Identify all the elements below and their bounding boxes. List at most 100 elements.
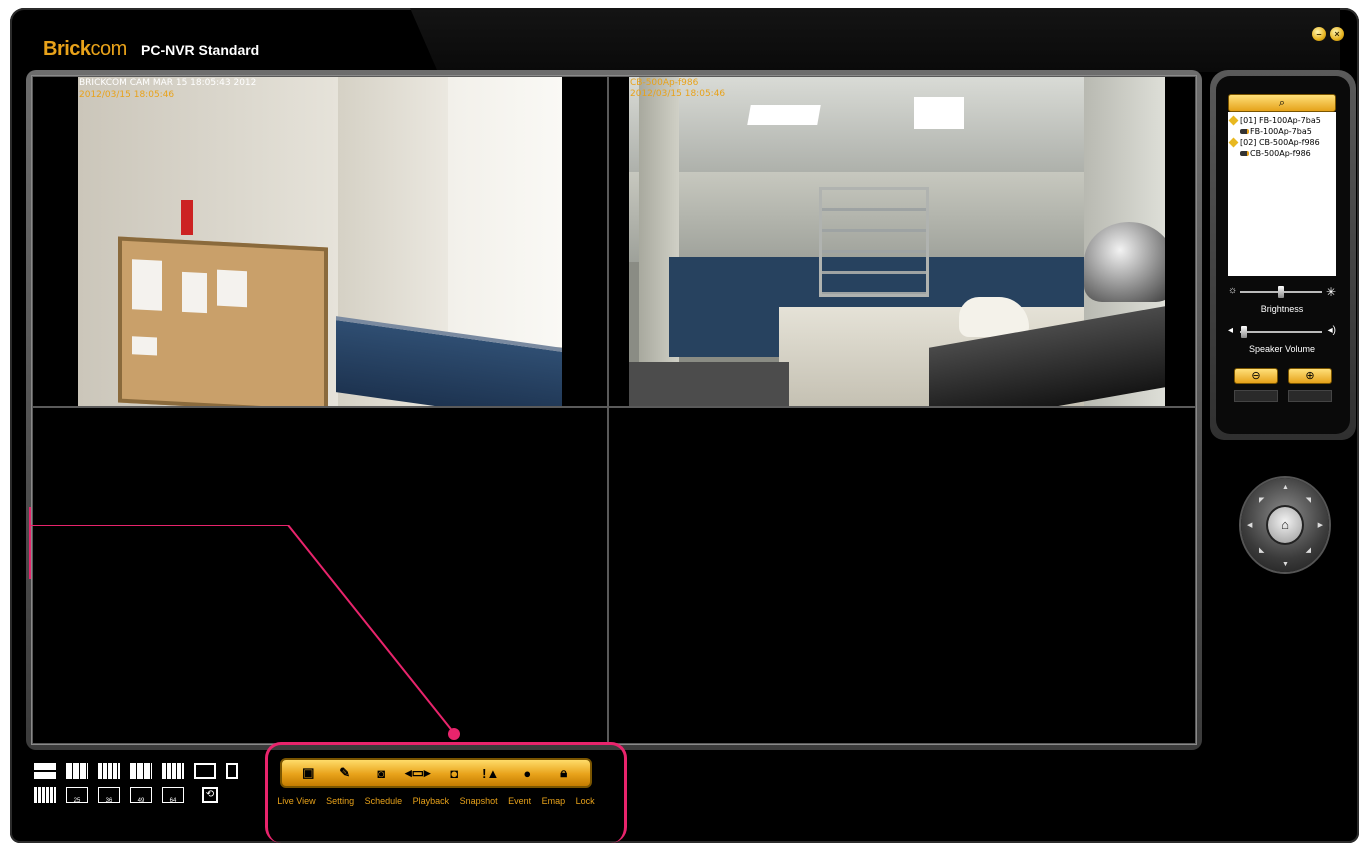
speaker-slider-handle[interactable] — [1241, 326, 1248, 338]
camera-device-icon — [1240, 129, 1249, 134]
layout-25-label: 25 — [73, 798, 81, 804]
lock-button[interactable]: 🔒︎ — [550, 764, 578, 782]
live-view-label: Live View — [277, 796, 316, 806]
annotation-dot — [448, 728, 460, 740]
ptz-upright-arrow-icon[interactable]: ◥ — [1306, 496, 1311, 504]
camera-1-overlay: BRICKCOM CAM MAR 15 18:05:43 2012 — [79, 78, 257, 88]
tree-device-1-label: FB-100Ap-7ba5 — [1250, 127, 1312, 136]
ptz-downleft-arrow-icon[interactable]: ◣ — [1259, 546, 1264, 554]
c2-rack — [819, 187, 929, 297]
toolbar-labels: Live View Setting Schedule Playback Snap… — [272, 796, 600, 806]
event-label: Event — [508, 796, 532, 806]
c1-paper-1 — [132, 259, 162, 311]
alert-icon: !▲ — [482, 765, 500, 781]
snapshot-button[interactable]: ◘ — [440, 764, 468, 782]
c1-red-sign — [181, 200, 193, 235]
video-cell-4[interactable] — [608, 407, 1196, 744]
camera-device-icon — [1240, 151, 1249, 156]
c1-bulletin-board — [118, 236, 328, 406]
search-icon: ⌕ — [1278, 97, 1286, 109]
c1-column — [448, 77, 562, 347]
c2-light-2 — [914, 97, 964, 129]
camera-1-timestamp: 2012/03/15 18:05:46 — [79, 90, 175, 100]
globe-icon: ● — [523, 765, 532, 781]
layout-49-button[interactable]: 49 — [130, 787, 152, 804]
layout-13-button[interactable] — [130, 763, 152, 779]
tree-group-1[interactable]: [01] FB-100Ap-7ba5 — [1228, 115, 1334, 126]
layout-6-button[interactable] — [66, 763, 88, 779]
layout-64-label: 64 — [169, 798, 177, 804]
live-view-button[interactable]: ▣ — [294, 764, 322, 782]
playback-icon: ◂▭▸ — [405, 765, 431, 780]
group-icon — [1228, 137, 1239, 148]
video-cell-1[interactable]: BRICKCOM CAM MAR 15 18:05:43 2012 2012/0… — [32, 76, 608, 407]
ptz-down-arrow-icon[interactable]: ▼ — [1282, 561, 1289, 568]
video-cell-2[interactable]: CB-500Ap-f986 2012/03/15 18:05:46 — [608, 76, 1196, 407]
c2-light-1 — [747, 105, 821, 125]
annotation-pointer — [30, 525, 455, 734]
layout-64-button[interactable]: 64 — [162, 787, 184, 804]
lock-icon: 🔒︎ — [560, 765, 568, 780]
ptz-control: ▲ ▼ ◀ ▶ ◤ ◥ ◣ ◢ ⌂ — [1241, 478, 1329, 572]
brightness-label: Brightness — [1260, 304, 1304, 314]
tree-group-2-label: [02] CB-500Ap-f986 — [1240, 138, 1320, 147]
fullscreen-button[interactable] — [226, 763, 238, 779]
ptz-home-button[interactable]: ⌂ — [1266, 505, 1304, 545]
zoom-out-icon: ⊖ — [1251, 370, 1261, 382]
camera-icon: ◘ — [450, 765, 459, 781]
wrench-icon: ✎ — [339, 765, 351, 780]
playback-label: Playback — [412, 796, 450, 806]
ptz-left-arrow-icon[interactable]: ◀ — [1247, 521, 1252, 529]
device-tree: [01] FB-100Ap-7ba5 FB-100Ap-7ba5 [02] CB… — [1228, 112, 1336, 276]
live-view-icon: ▣ — [302, 765, 315, 780]
brightness-slider-handle[interactable] — [1278, 286, 1284, 298]
tree-group-2[interactable]: [02] CB-500Ap-f986 — [1228, 137, 1334, 148]
minimize-button[interactable]: – — [1312, 27, 1326, 41]
setting-button[interactable]: ✎ — [331, 764, 359, 782]
close-button[interactable]: × — [1330, 27, 1344, 41]
zoom-out-button[interactable]: ⊖ — [1234, 368, 1278, 384]
brand-suffix: com — [90, 38, 128, 60]
layout-49-label: 49 — [137, 798, 145, 804]
ptz-right-arrow-icon[interactable]: ▶ — [1318, 521, 1323, 529]
product-name: PC-NVR Standard — [141, 42, 260, 58]
group-icon — [1228, 115, 1239, 126]
ptz-downright-arrow-icon[interactable]: ◢ — [1306, 546, 1311, 554]
emap-label: Emap — [541, 796, 566, 806]
brightness-slider[interactable]: ☼ ✳ — [1228, 285, 1336, 299]
tree-device-1[interactable]: FB-100Ap-7ba5 — [1230, 126, 1334, 137]
speaker-volume-slider[interactable]: ◂ ◂) — [1228, 325, 1336, 338]
layout-36-label: 36 — [105, 798, 113, 804]
speaker-volume-label: Speaker Volume — [1248, 344, 1316, 354]
c1-paper-3 — [217, 269, 247, 308]
tree-device-2[interactable]: CB-500Ap-f986 — [1230, 148, 1334, 159]
schedule-label: Schedule — [364, 796, 403, 806]
layout-36-button[interactable]: 36 — [98, 787, 120, 804]
layout-4-button[interactable] — [34, 763, 56, 779]
ptz-upleft-arrow-icon[interactable]: ◤ — [1259, 496, 1264, 504]
c2-floor — [629, 362, 789, 406]
event-button[interactable]: !▲ — [477, 764, 505, 782]
device-search-button[interactable]: ⌕ — [1228, 94, 1336, 112]
brightness-high-icon: ✳ — [1325, 285, 1336, 299]
layout-9-button[interactable] — [98, 763, 120, 779]
schedule-icon: ◙ — [377, 765, 386, 781]
side-panel: ⌕ [01] FB-100Ap-7ba5 FB-100Ap-7ba5 [02] … — [1210, 70, 1356, 440]
layout-16-button[interactable] — [162, 763, 184, 779]
speaker-track — [1240, 331, 1322, 333]
disabled-control-2 — [1288, 390, 1332, 402]
camera-feed-2 — [629, 77, 1165, 406]
refresh-button[interactable]: ⟲ — [202, 787, 218, 803]
schedule-button[interactable]: ◙ — [367, 764, 395, 782]
layout-20-button[interactable] — [34, 787, 56, 803]
ptz-up-arrow-icon[interactable]: ▲ — [1282, 484, 1289, 491]
title-bar: Brickcom PC-NVR Standard – × — [10, 8, 1359, 74]
zoom-in-button[interactable]: ⊕ — [1288, 368, 1332, 384]
sequence-button[interactable] — [194, 763, 216, 779]
c1-paper-2 — [182, 271, 207, 314]
layout-25-button[interactable]: 25 — [66, 787, 88, 804]
setting-label: Setting — [326, 796, 355, 806]
playback-button[interactable]: ◂▭▸ — [404, 764, 432, 782]
lock-label: Lock — [575, 796, 595, 806]
emap-button[interactable]: ● — [513, 764, 541, 782]
